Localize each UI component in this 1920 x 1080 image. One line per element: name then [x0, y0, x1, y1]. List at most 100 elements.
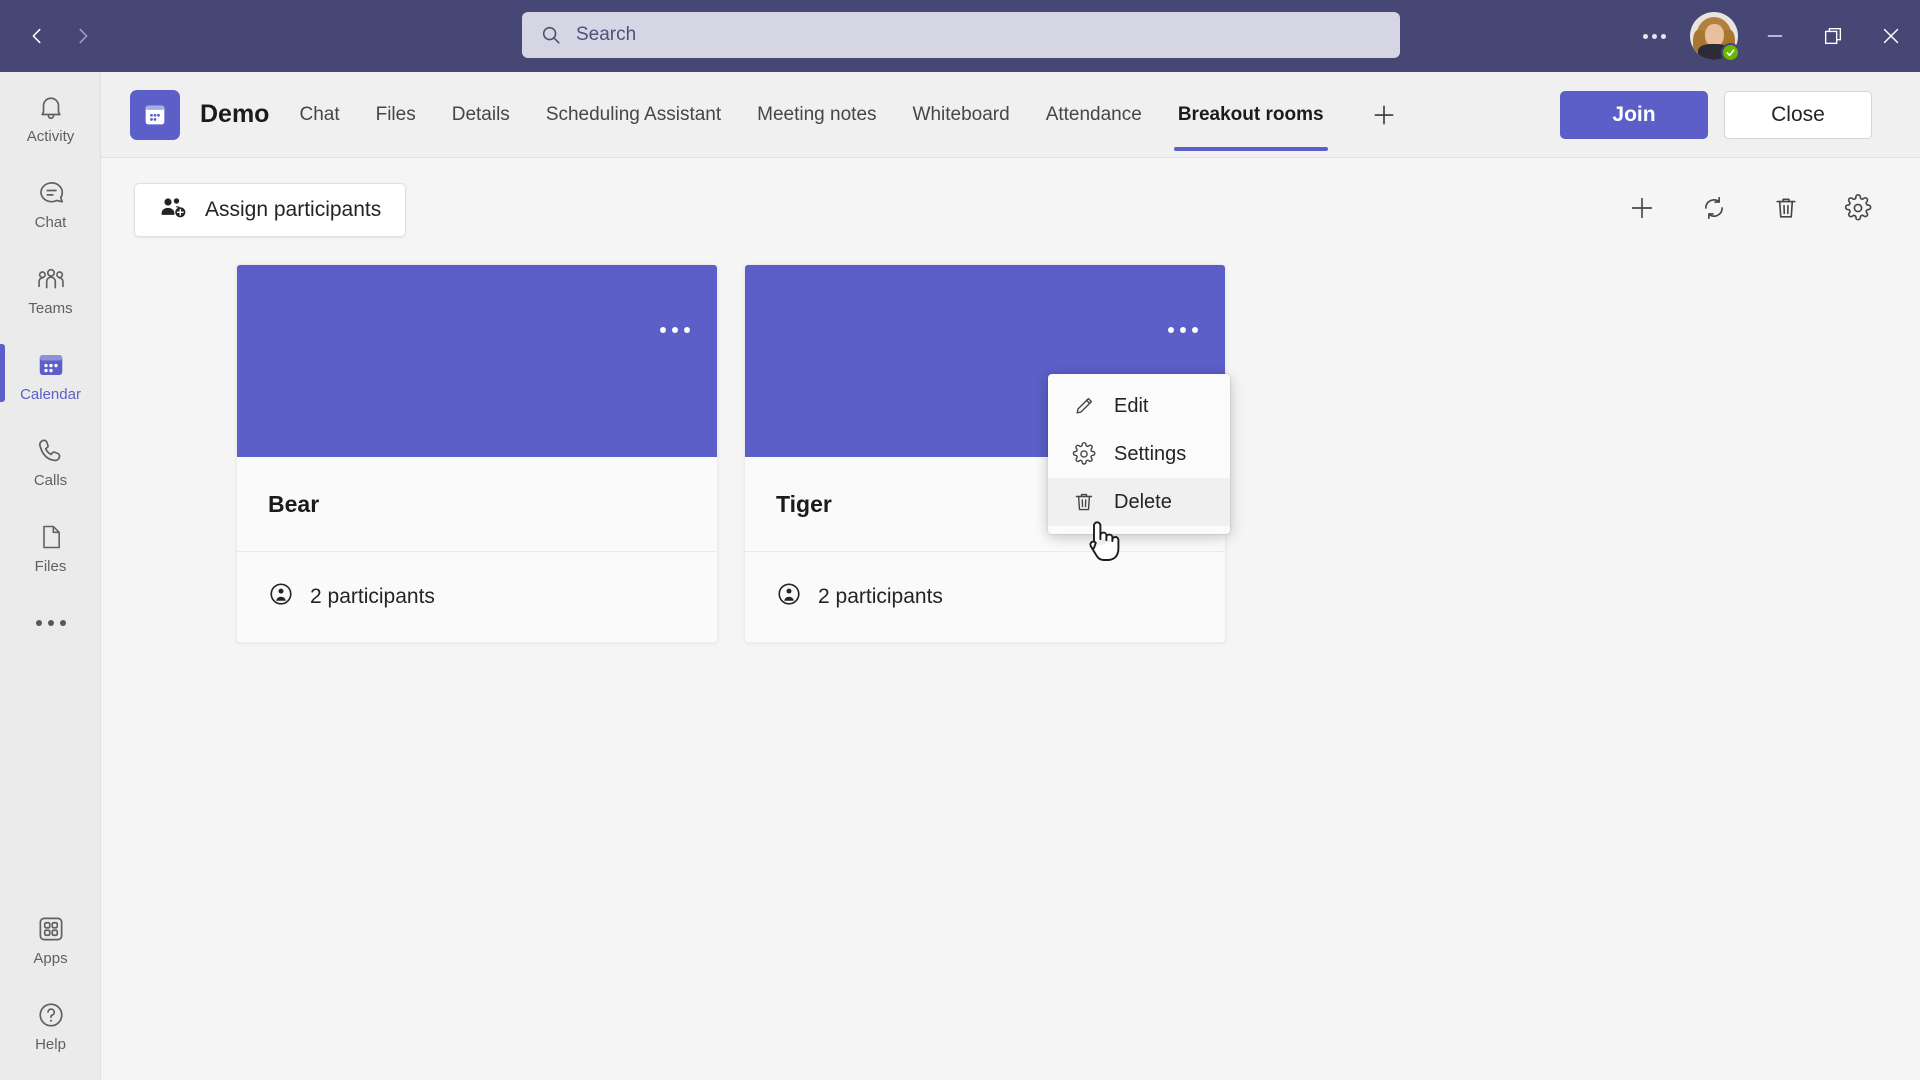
ellipsis-icon	[1643, 34, 1648, 39]
sidebar-item-calendar[interactable]: Calendar	[0, 330, 101, 416]
back-button[interactable]	[14, 13, 60, 59]
settings-and-more-button[interactable]	[1632, 14, 1676, 58]
room-participant-count: 2 participants	[310, 585, 435, 609]
avatar[interactable]	[1690, 12, 1738, 60]
tab-attendance[interactable]: Attendance	[1028, 72, 1160, 158]
file-icon	[37, 516, 65, 552]
sidebar-item-label: Help	[35, 1036, 66, 1053]
chat-icon	[36, 172, 66, 208]
sidebar-item-help[interactable]: Help	[0, 980, 101, 1066]
breakout-room-cards: Bear 2 participants Tiger 2 participants	[101, 264, 1920, 643]
recreate-rooms-button[interactable]	[1692, 186, 1736, 230]
bell-icon	[36, 86, 66, 122]
room-participant-count: 2 participants	[818, 585, 943, 609]
person-circle-icon	[776, 581, 802, 613]
plus-icon	[1371, 102, 1397, 128]
minimize-icon	[1765, 26, 1785, 46]
forward-button[interactable]	[60, 13, 106, 59]
delete-rooms-icon	[1772, 194, 1800, 222]
meeting-calendar-icon	[130, 90, 180, 140]
search-input[interactable]: Search	[522, 12, 1400, 58]
room-card-footer: 2 participants	[237, 552, 717, 642]
assign-participants-label: Assign participants	[205, 198, 381, 222]
sidebar-item-label: Apps	[33, 950, 67, 967]
sidebar-item-label: Chat	[35, 214, 67, 231]
close-window-button[interactable]	[1862, 0, 1920, 72]
ellipsis-icon	[1168, 327, 1174, 333]
sidebar-item-chat[interactable]: Chat	[0, 158, 101, 244]
apps-grid-icon	[36, 908, 66, 944]
sidebar-item-label: Activity	[27, 128, 75, 145]
rooms-settings-icon	[1844, 194, 1872, 222]
main-content: Demo Chat Files Details Scheduling Assis…	[101, 72, 1920, 1080]
assign-participants-button[interactable]: Assign participants	[134, 183, 406, 237]
tab-details[interactable]: Details	[434, 72, 528, 158]
sidebar-item-apps[interactable]: Apps	[0, 894, 101, 980]
sidebar-item-label: Calls	[34, 472, 67, 489]
ellipsis-icon	[36, 620, 42, 626]
sidebar-item-activity[interactable]: Activity	[0, 72, 101, 158]
search-icon	[540, 24, 562, 46]
tab-whiteboard[interactable]: Whiteboard	[895, 72, 1028, 158]
restore-icon	[1822, 25, 1844, 47]
app-sidebar: Activity Chat Teams Calendar Calls Files	[0, 72, 101, 1080]
chevron-right-icon	[72, 25, 94, 47]
context-menu-item-settings[interactable]: Settings	[1048, 430, 1230, 478]
sidebar-bottom-group: Apps Help	[0, 894, 101, 1066]
add-tab-button[interactable]	[1362, 93, 1406, 137]
person-circle-icon	[268, 581, 294, 613]
sidebar-more-apps-button[interactable]	[0, 588, 101, 658]
tab-files[interactable]: Files	[358, 72, 434, 158]
title-bar: Search	[0, 0, 1920, 72]
context-menu-item-label: Edit	[1114, 395, 1148, 418]
context-menu-item-label: Delete	[1114, 491, 1172, 514]
teams-icon	[35, 258, 67, 294]
phone-icon	[36, 430, 66, 466]
pencil-icon	[1072, 394, 1096, 418]
rooms-settings-button[interactable]	[1836, 186, 1880, 230]
meeting-action-buttons: Join Close	[1560, 72, 1872, 158]
breakout-toolbar: Assign participants	[101, 158, 1920, 264]
tab-scheduling-assistant[interactable]: Scheduling Assistant	[528, 72, 739, 158]
sidebar-item-label: Calendar	[20, 386, 81, 403]
add-room-icon	[1628, 194, 1656, 222]
search-container: Search	[522, 12, 1400, 58]
sidebar-item-label: Files	[35, 558, 67, 575]
room-context-menu: Edit Settings Delete	[1048, 374, 1230, 534]
trash-icon	[1072, 490, 1096, 514]
sidebar-item-files[interactable]: Files	[0, 502, 101, 588]
breakout-toolbar-icons	[1620, 186, 1880, 230]
navigation-buttons	[14, 13, 106, 59]
meeting-header: Demo Chat Files Details Scheduling Assis…	[101, 72, 1920, 158]
room-card[interactable]: Bear 2 participants	[236, 264, 718, 643]
delete-rooms-button[interactable]	[1764, 186, 1808, 230]
people-add-icon	[159, 195, 187, 225]
add-room-button[interactable]	[1620, 186, 1664, 230]
close-button[interactable]: Close	[1724, 91, 1872, 139]
sidebar-item-calls[interactable]: Calls	[0, 416, 101, 502]
tab-breakout-rooms[interactable]: Breakout rooms	[1160, 72, 1342, 158]
room-card-more-button[interactable]	[655, 313, 695, 347]
context-menu-item-delete[interactable]: Delete	[1048, 478, 1230, 526]
tab-chat[interactable]: Chat	[281, 72, 357, 158]
room-card-more-button[interactable]	[1163, 313, 1203, 347]
titlebar-right-controls	[1632, 0, 1920, 72]
ellipsis-icon	[660, 327, 666, 333]
close-icon	[1880, 25, 1902, 47]
help-circle-icon	[36, 994, 66, 1030]
recreate-rooms-icon	[1700, 194, 1728, 222]
presence-available-icon	[1721, 43, 1740, 62]
gear-icon	[1072, 442, 1096, 466]
sidebar-item-teams[interactable]: Teams	[0, 244, 101, 330]
sidebar-item-label: Teams	[28, 300, 72, 317]
room-card-footer: 2 participants	[745, 552, 1225, 642]
context-menu-item-edit[interactable]: Edit	[1048, 382, 1230, 430]
chevron-left-icon	[26, 25, 48, 47]
room-card-header	[237, 265, 717, 457]
calendar-icon	[36, 344, 66, 380]
join-button[interactable]: Join	[1560, 91, 1708, 139]
minimize-button[interactable]	[1746, 0, 1804, 72]
page-title: Demo	[200, 100, 269, 129]
tab-meeting-notes[interactable]: Meeting notes	[739, 72, 894, 158]
restore-button[interactable]	[1804, 0, 1862, 72]
